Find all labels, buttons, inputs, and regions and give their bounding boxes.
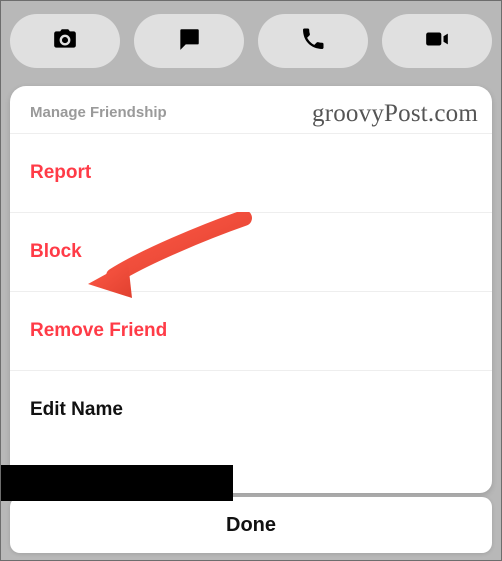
video-call-button[interactable] — [382, 14, 492, 68]
top-action-bar — [0, 14, 502, 68]
video-icon — [424, 26, 450, 57]
camera-icon — [52, 26, 78, 57]
phone-icon — [300, 26, 326, 57]
camera-button[interactable] — [10, 14, 120, 68]
watermark-text: groovyPost.com — [312, 100, 478, 128]
block-option[interactable]: Block — [10, 212, 492, 291]
chat-icon — [176, 26, 202, 57]
done-button[interactable]: Done — [10, 497, 492, 553]
report-option[interactable]: Report — [10, 133, 492, 212]
call-button[interactable] — [258, 14, 368, 68]
manage-friendship-sheet: Manage Friendship Report Block Remove Fr… — [10, 86, 492, 493]
remove-friend-option[interactable]: Remove Friend — [10, 291, 492, 370]
chat-button[interactable] — [134, 14, 244, 68]
redaction-bar — [1, 465, 233, 501]
edit-name-option[interactable]: Edit Name — [10, 370, 492, 449]
